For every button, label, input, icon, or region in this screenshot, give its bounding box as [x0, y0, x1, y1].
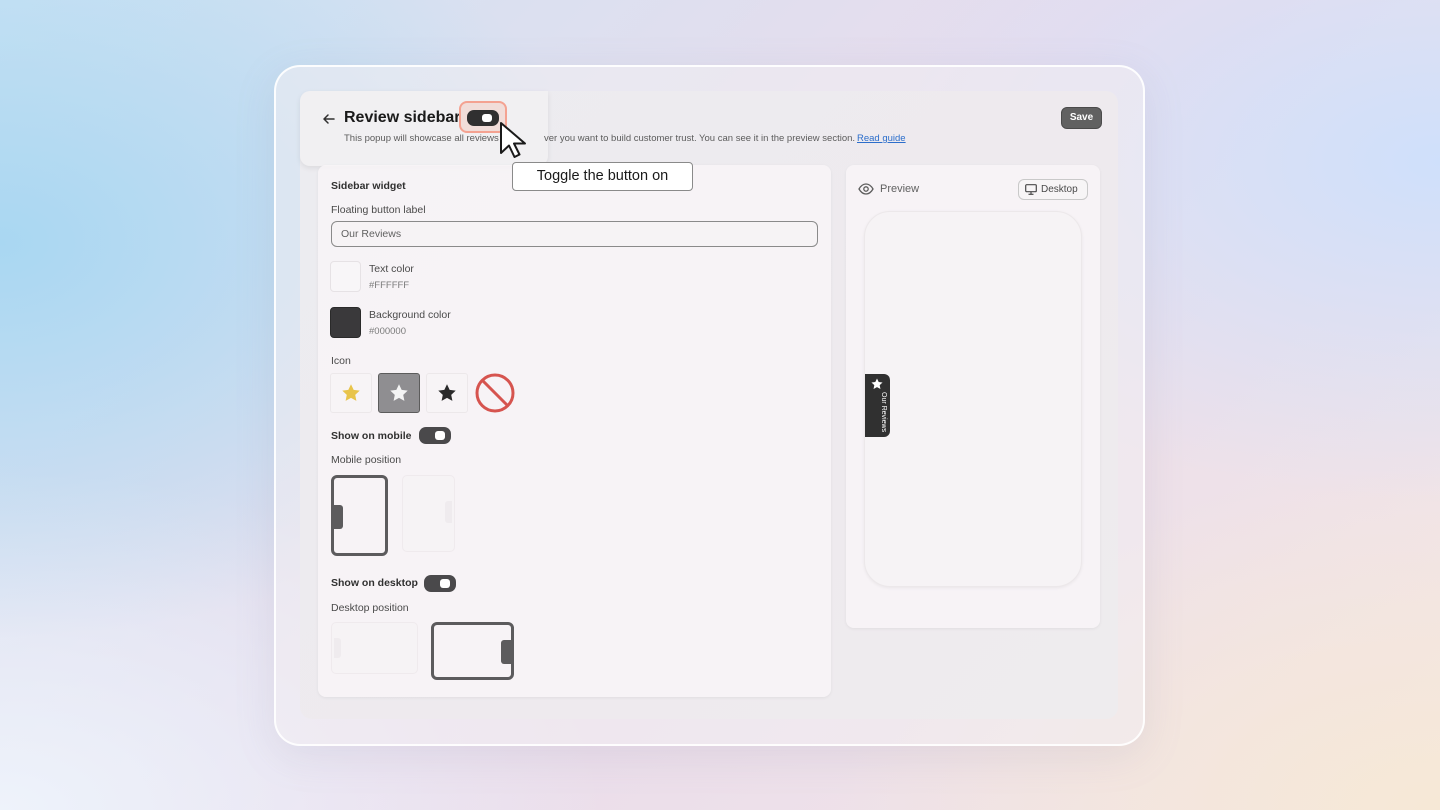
- instruction-tooltip: Toggle the button on: [512, 162, 693, 191]
- eye-icon: [858, 183, 874, 195]
- floating-button-input[interactable]: Our Reviews: [331, 221, 818, 247]
- no-icon: [475, 373, 515, 413]
- position-marker: [501, 640, 511, 664]
- show-on-mobile-label: Show on mobile: [331, 430, 412, 442]
- page-title: Review sidebar: [344, 109, 461, 126]
- text-color-swatch[interactable]: [330, 261, 361, 292]
- show-on-mobile-toggle[interactable]: [419, 427, 451, 444]
- icon-option-star-outline[interactable]: [378, 373, 420, 413]
- background-color-value: #000000: [369, 326, 406, 337]
- widget-enable-toggle[interactable]: [467, 110, 499, 126]
- preview-phone-frame: [864, 211, 1082, 587]
- background-color-label: Background color: [369, 309, 451, 321]
- icon-option-star-yellow[interactable]: [330, 373, 372, 413]
- icon-label: Icon: [331, 355, 351, 367]
- mobile-position-label: Mobile position: [331, 454, 402, 466]
- show-on-desktop-toggle[interactable]: [424, 575, 456, 592]
- desktop-position-label: Desktop position: [331, 602, 409, 614]
- icon-option-star-dark[interactable]: [426, 373, 468, 413]
- preview-floating-tab-text: Our Reviews: [880, 392, 887, 433]
- text-color-label: Text color: [369, 263, 414, 275]
- page-subtitle-rest: ver you want to build customer trust. Yo…: [544, 133, 856, 144]
- background-color-swatch[interactable]: [330, 307, 361, 338]
- mobile-position-right[interactable]: [402, 475, 455, 552]
- preview-label: Preview: [880, 183, 920, 195]
- toggle-knob: [435, 431, 445, 440]
- star-outline-icon: [871, 378, 883, 390]
- mobile-position-left[interactable]: [331, 475, 388, 556]
- toggle-knob: [482, 114, 492, 122]
- star-filled-dark-icon: [438, 384, 456, 401]
- save-button[interactable]: Save: [1061, 107, 1102, 129]
- desktop-position-right[interactable]: [431, 622, 514, 680]
- floating-button-label: Floating button label: [331, 204, 426, 216]
- position-marker: [334, 505, 343, 529]
- read-guide-link[interactable]: Read guide: [857, 133, 906, 144]
- text-color-value: #FFFFFF: [369, 280, 410, 291]
- position-marker: [445, 501, 452, 523]
- position-marker: [334, 638, 341, 658]
- mouse-cursor-icon: [500, 122, 526, 158]
- show-on-desktop-label: Show on desktop: [331, 577, 418, 589]
- star-outline-icon: [390, 384, 408, 401]
- star-filled-yellow-icon: [342, 384, 360, 401]
- back-arrow-icon[interactable]: [320, 110, 338, 128]
- toggle-knob: [440, 579, 450, 588]
- page-subtitle: This popup will showcase all reviews: [344, 133, 499, 144]
- icon-option-none[interactable]: [474, 373, 516, 413]
- section-title: Sidebar widget: [331, 180, 406, 192]
- monitor-icon: [1025, 184, 1037, 195]
- desktop-position-left[interactable]: [331, 622, 418, 674]
